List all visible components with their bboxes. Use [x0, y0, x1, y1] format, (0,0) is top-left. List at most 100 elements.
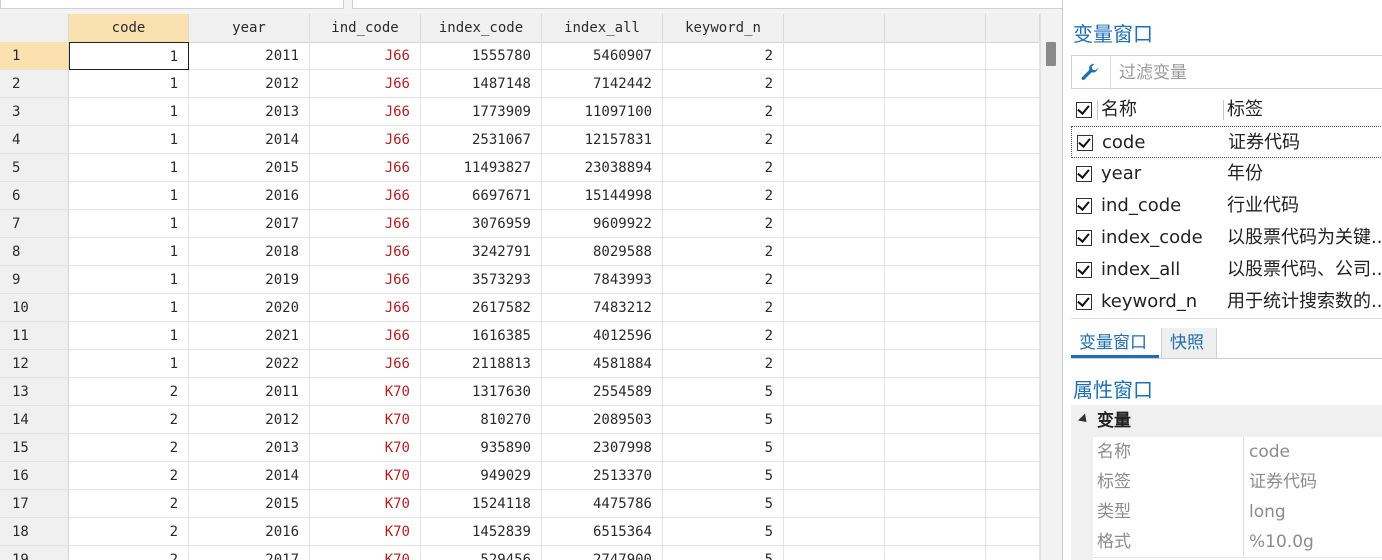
cell-keyword-n[interactable]: 5 — [663, 490, 784, 518]
cell-index-all[interactable]: 7142442 — [542, 70, 663, 98]
cell-year[interactable]: 2021 — [189, 322, 310, 350]
cell-index-all[interactable]: 23038894 — [542, 154, 663, 182]
cell-year[interactable]: 2013 — [189, 98, 310, 126]
empty-cell[interactable] — [885, 182, 986, 210]
empty-cell[interactable] — [784, 406, 885, 434]
empty-cell[interactable] — [986, 378, 1040, 406]
cell-ind-code[interactable]: K70 — [310, 518, 421, 546]
cell-ind-code[interactable]: J66 — [310, 98, 421, 126]
row-number[interactable]: 12 — [0, 350, 69, 378]
cell-index-code[interactable]: 1487148 — [421, 70, 542, 98]
cell-ind-code[interactable]: J66 — [310, 294, 421, 322]
column-header-name[interactable]: 名称 — [1101, 94, 1137, 126]
cell-index-code[interactable]: 949029 — [421, 462, 542, 490]
cell-code[interactable]: 2 — [69, 518, 189, 546]
cell-year[interactable]: 2017 — [189, 546, 310, 560]
empty-cell[interactable] — [784, 350, 885, 378]
cell-code[interactable]: 2 — [69, 546, 189, 560]
empty-cell[interactable] — [885, 294, 986, 322]
empty-cell[interactable] — [784, 126, 885, 154]
cell-ind-code[interactable]: J66 — [310, 266, 421, 294]
variable-row-index-code[interactable]: index_code 以股票代码为关键... — [1071, 222, 1382, 255]
cell-ind-code[interactable]: J66 — [310, 154, 421, 182]
property-value[interactable]: long — [1249, 497, 1286, 527]
property-row[interactable]: 格式 %10.0g — [1093, 527, 1382, 558]
variable-row-code[interactable]: code 证券代码 — [1071, 126, 1382, 158]
empty-cell[interactable] — [986, 126, 1040, 154]
empty-cell[interactable] — [885, 490, 986, 518]
empty-cell[interactable] — [784, 322, 885, 350]
cell-index-all[interactable]: 8029588 — [542, 238, 663, 266]
cell-ind-code[interactable]: J66 — [310, 42, 421, 70]
row-number[interactable]: 4 — [0, 126, 69, 154]
cell-year[interactable]: 2016 — [189, 518, 310, 546]
cell-index-all[interactable]: 2513370 — [542, 462, 663, 490]
row-number[interactable]: 9 — [0, 266, 69, 294]
empty-cell[interactable] — [784, 70, 885, 98]
cell-index-code[interactable]: 2617582 — [421, 294, 542, 322]
empty-cell[interactable] — [986, 98, 1040, 126]
select-all-checkbox[interactable] — [1076, 102, 1092, 118]
cell-ind-code[interactable]: J66 — [310, 210, 421, 238]
cell-code[interactable]: 2 — [69, 406, 189, 434]
cell-keyword-n[interactable]: 2 — [663, 98, 784, 126]
cell-ind-code[interactable]: J66 — [310, 322, 421, 350]
cell-index-all[interactable]: 2089503 — [542, 406, 663, 434]
empty-cell[interactable] — [885, 42, 986, 70]
cell-year[interactable]: 2014 — [189, 462, 310, 490]
cell-index-code[interactable]: 1773909 — [421, 98, 542, 126]
cell-keyword-n[interactable]: 2 — [663, 294, 784, 322]
cell-ind-code[interactable]: K70 — [310, 378, 421, 406]
row-number[interactable]: 10 — [0, 294, 69, 322]
empty-cell[interactable] — [885, 98, 986, 126]
cell-code[interactable]: 1 — [69, 210, 189, 238]
row-number[interactable]: 16 — [0, 462, 69, 490]
variable-visible-checkbox[interactable] — [1077, 135, 1093, 151]
variable-row-year[interactable]: year 年份 — [1071, 158, 1382, 191]
cell-year[interactable]: 2011 — [189, 378, 310, 406]
cell-keyword-n[interactable]: 2 — [663, 350, 784, 378]
cell-index-all[interactable]: 12157831 — [542, 126, 663, 154]
column-header-ind-code[interactable]: ind_code — [310, 14, 421, 42]
empty-cell[interactable] — [986, 182, 1040, 210]
empty-cell[interactable] — [885, 518, 986, 546]
property-row[interactable]: 类型 long — [1093, 497, 1382, 528]
empty-cell[interactable] — [885, 322, 986, 350]
cell-index-code[interactable]: 1452839 — [421, 518, 542, 546]
row-number[interactable]: 18 — [0, 518, 69, 546]
cell-year[interactable]: 2014 — [189, 126, 310, 154]
empty-cell[interactable] — [784, 182, 885, 210]
cell-year[interactable]: 2018 — [189, 238, 310, 266]
cell-code[interactable]: 2 — [69, 462, 189, 490]
cell-index-code[interactable]: 1524118 — [421, 490, 542, 518]
cell-keyword-n[interactable]: 5 — [663, 546, 784, 560]
cell-index-all[interactable]: 5460907 — [542, 42, 663, 70]
empty-cell[interactable] — [885, 238, 986, 266]
tab-snapshots[interactable]: 快照 — [1161, 328, 1217, 358]
cell-code[interactable]: 2 — [69, 434, 189, 462]
cell-code[interactable]: 2 — [69, 490, 189, 518]
cell-index-code[interactable]: 810270 — [421, 406, 542, 434]
row-number[interactable]: 17 — [0, 490, 69, 518]
property-value[interactable]: %10.0g — [1249, 527, 1314, 557]
cell-index-code[interactable]: 935890 — [421, 434, 542, 462]
property-value[interactable]: code — [1249, 437, 1290, 467]
variable-visible-checkbox[interactable] — [1076, 262, 1092, 278]
property-row[interactable]: 名称 code — [1093, 437, 1382, 468]
cell-index-code[interactable]: 1616385 — [421, 322, 542, 350]
collapse-triangle-icon[interactable] — [1077, 413, 1091, 426]
vertical-scrollbar[interactable] — [1040, 14, 1062, 560]
row-number[interactable]: 5 — [0, 154, 69, 182]
cell-keyword-n[interactable]: 5 — [663, 462, 784, 490]
cell-index-all[interactable]: 9609922 — [542, 210, 663, 238]
cell-index-all[interactable]: 4012596 — [542, 322, 663, 350]
cell-keyword-n[interactable]: 2 — [663, 182, 784, 210]
empty-cell[interactable] — [986, 518, 1040, 546]
column-header-keyword-n[interactable]: keyword_n — [663, 14, 784, 42]
cell-keyword-n[interactable]: 2 — [663, 238, 784, 266]
cell-index-all[interactable]: 2307998 — [542, 434, 663, 462]
cell-keyword-n[interactable]: 2 — [663, 42, 784, 70]
cell-code[interactable]: 1 — [69, 154, 189, 182]
cell-code[interactable]: 1 — [69, 70, 189, 98]
empty-cell[interactable] — [986, 434, 1040, 462]
